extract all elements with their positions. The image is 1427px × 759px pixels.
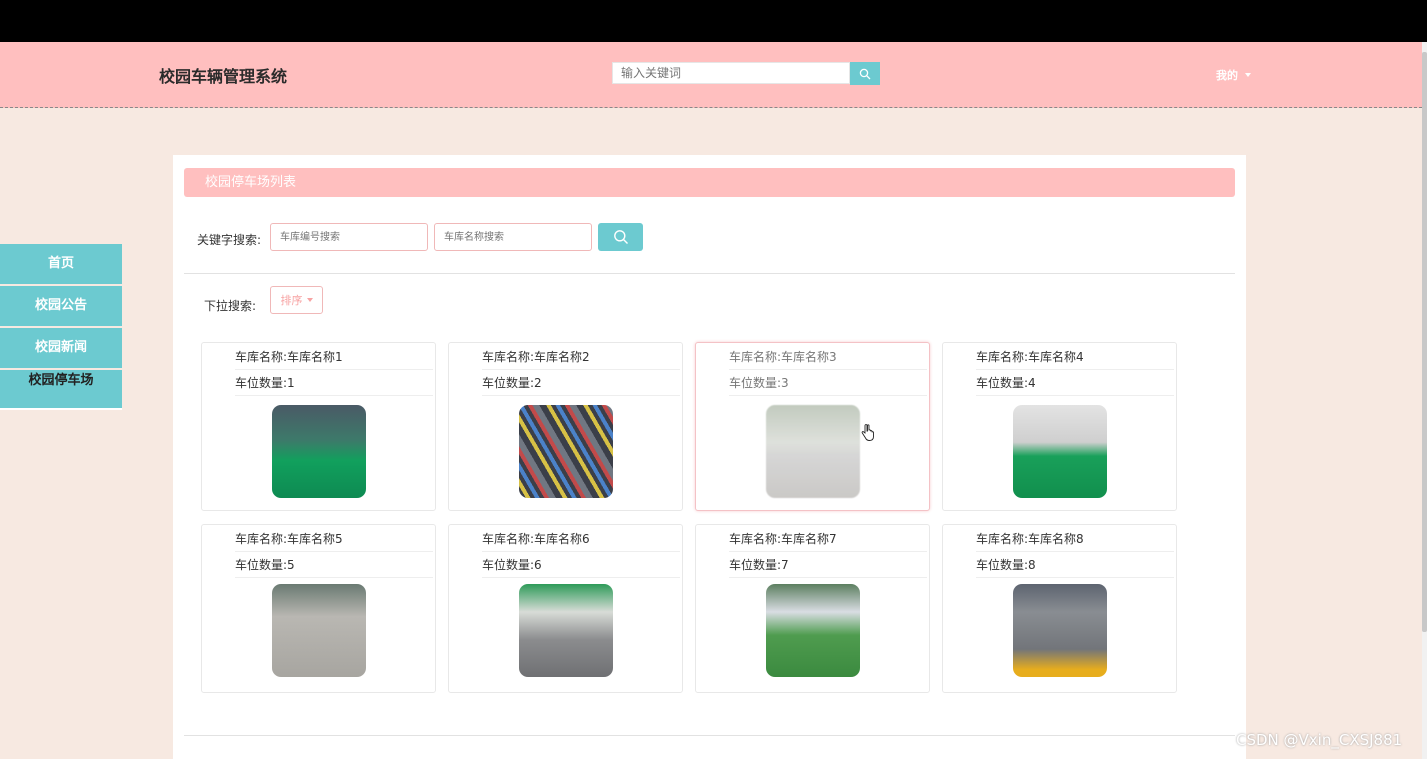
search-icon [613,230,628,244]
sidebar-item-home[interactable]: 首页 [0,244,122,284]
search-input[interactable] [612,62,850,84]
card-name: 车库名称:车库名称6 [482,526,680,552]
hand-cursor-icon [861,424,874,441]
garage-number-search-input[interactable] [270,223,428,251]
list-title: 校园停车场列表 [184,168,1235,197]
card-count: 车位数量:2 [482,370,680,396]
parking-card[interactable]: 车库名称:车库名称6 车位数量:6 [448,524,683,693]
watermark: CSDN @Vxin_CXSJ881 [1236,731,1403,749]
browser-top-bar [0,0,1427,42]
parking-image[interactable] [272,405,366,498]
user-menu[interactable]: 我的 [1216,67,1251,83]
card-count: 车位数量:8 [976,552,1174,578]
card-count: 车位数量:7 [729,552,927,578]
card-count: 车位数量:4 [976,370,1174,396]
card-name: 车库名称:车库名称3 [729,344,927,370]
parking-image[interactable] [766,405,860,498]
keyword-search-button[interactable] [598,223,643,251]
parking-image[interactable] [1013,405,1107,498]
parking-card[interactable]: 车库名称:车库名称2 车位数量:2 [448,342,683,511]
card-count: 车位数量:6 [482,552,680,578]
parking-card[interactable]: 车库名称:车库名称7 车位数量:7 [695,524,930,693]
main-panel: 校园停车场列表 关键字搜索: 下拉搜索: 排序 车库名称:车库名称1 车位数量:… [173,155,1246,759]
search-button[interactable] [850,62,880,85]
chevron-down-icon [1245,73,1251,77]
parking-card[interactable]: 车库名称:车库名称8 车位数量:8 [942,524,1177,693]
search-icon [859,68,871,79]
card-name: 车库名称:车库名称1 [235,344,433,370]
keyword-search-label: 关键字搜索: [197,233,262,247]
dropdown-search-label: 下拉搜索: [204,299,257,313]
user-menu-label: 我的 [1216,69,1238,82]
card-count: 车位数量:5 [235,552,433,578]
sidebar-item-news[interactable]: 校园新闻 [0,328,122,368]
site-header: 校园车辆管理系统 我的 [0,42,1422,108]
card-name: 车库名称:车库名称8 [976,526,1174,552]
parking-image[interactable] [519,405,613,498]
sidebar-item-announcements[interactable]: 校园公告 [0,286,122,326]
card-name: 车库名称:车库名称4 [976,344,1174,370]
parking-image[interactable] [766,584,860,677]
sort-dropdown[interactable]: 排序 [270,286,323,314]
chevron-down-icon [306,298,313,302]
card-name: 车库名称:车库名称2 [482,344,680,370]
divider [184,273,1235,274]
parking-card[interactable]: 车库名称:车库名称3 车位数量:3 [695,342,930,511]
card-count: 车位数量:3 [729,370,927,396]
card-name: 车库名称:车库名称5 [235,526,433,552]
parking-card[interactable]: 车库名称:车库名称5 车位数量:5 [201,524,436,693]
sidebar: 首页 校园公告 校园新闻 校园停车场 [0,244,122,412]
page-scrollbar[interactable] [1422,42,1427,759]
parking-card[interactable]: 车库名称:车库名称4 车位数量:4 [942,342,1177,511]
card-count: 车位数量:1 [235,370,433,396]
scrollbar-thumb[interactable] [1422,52,1427,632]
sort-label: 排序 [280,294,303,307]
parking-card[interactable]: 车库名称:车库名称1 车位数量:1 [201,342,436,511]
parking-image[interactable] [519,584,613,677]
site-title: 校园车辆管理系统 [159,67,288,86]
parking-image[interactable] [272,584,366,677]
parking-image[interactable] [1013,584,1107,677]
card-name: 车库名称:车库名称7 [729,526,927,552]
garage-name-search-input[interactable] [434,223,592,251]
divider [184,735,1235,736]
sidebar-item-parking[interactable]: 校园停车场 [0,370,122,410]
